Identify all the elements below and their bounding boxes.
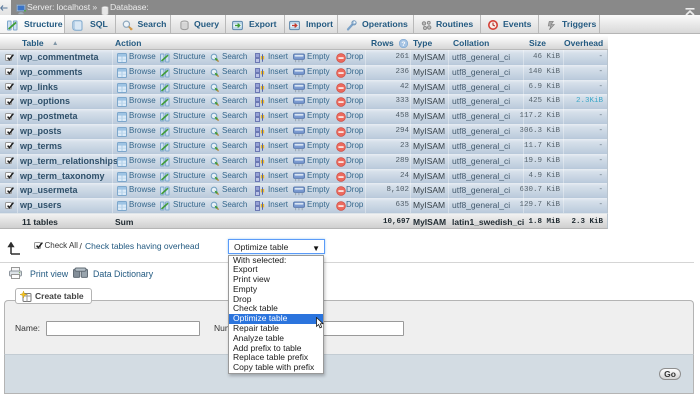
- svg-text:?: ?: [401, 41, 405, 48]
